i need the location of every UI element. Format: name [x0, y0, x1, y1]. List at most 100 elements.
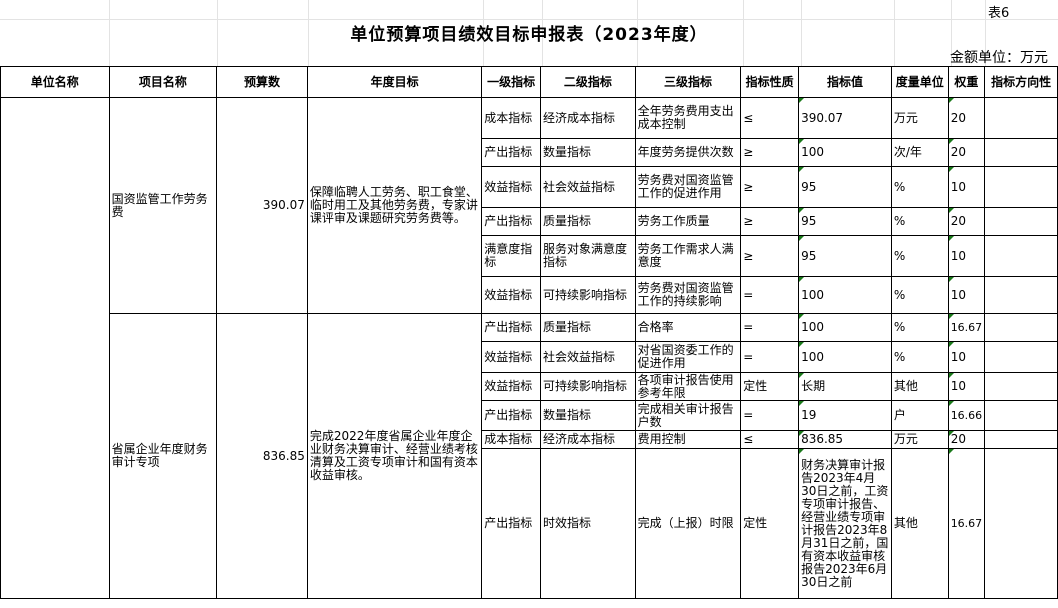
- level1-cell[interactable]: 产出指标: [481, 400, 542, 431]
- measure-unit-cell[interactable]: 其他: [890, 448, 949, 599]
- level2-cell[interactable]: 数量指标: [540, 400, 636, 431]
- value-cell[interactable]: 100: [798, 313, 892, 342]
- level1-cell[interactable]: 成本指标: [481, 430, 542, 449]
- weight-cell[interactable]: 20: [947, 207, 986, 236]
- header-cell[interactable]: 度量单位: [890, 66, 949, 98]
- level1-cell[interactable]: 产出指标: [481, 448, 542, 599]
- header-cell[interactable]: 年度目标: [306, 66, 483, 98]
- level1-cell[interactable]: 产出指标: [481, 138, 542, 167]
- level3-cell[interactable]: 对省国资委工作的促进作用: [634, 341, 742, 373]
- nature-cell[interactable]: =: [740, 276, 800, 314]
- header-cell[interactable]: 指标方向性: [984, 66, 1058, 98]
- level3-cell[interactable]: 劳务费对国资监管工作的持续影响: [634, 276, 742, 314]
- measure-unit-cell[interactable]: 万元: [890, 430, 949, 449]
- level3-cell[interactable]: 各项审计报告使用参考年限: [634, 372, 742, 401]
- measure-unit-cell[interactable]: %: [890, 235, 949, 277]
- direction-cell[interactable]: [984, 400, 1058, 431]
- direction-cell[interactable]: [984, 97, 1058, 139]
- level2-cell[interactable]: 服务对象满意度指标: [540, 235, 636, 277]
- level3-cell[interactable]: 全年劳务费用支出成本控制: [634, 97, 742, 139]
- level2-cell[interactable]: 质量指标: [540, 207, 636, 236]
- header-cell[interactable]: 单位名称: [0, 66, 110, 98]
- value-cell[interactable]: 财务决算审计报告2023年4月30日之前，工资专项审计报告、经营业绩专项审计报告…: [798, 448, 892, 599]
- budget-cell[interactable]: 836.85: [216, 313, 308, 599]
- level2-cell[interactable]: 经济成本指标: [540, 430, 636, 449]
- direction-cell[interactable]: [984, 166, 1058, 208]
- level2-cell[interactable]: 可持续影响指标: [540, 276, 636, 314]
- measure-unit-cell[interactable]: %: [890, 341, 949, 373]
- header-cell[interactable]: 预算数: [216, 66, 308, 98]
- value-cell[interactable]: 100: [798, 341, 892, 373]
- nature-cell[interactable]: =: [740, 341, 800, 373]
- weight-cell[interactable]: 16.67: [947, 313, 986, 342]
- header-cell[interactable]: 指标性质: [740, 66, 800, 98]
- value-cell[interactable]: 100: [798, 276, 892, 314]
- direction-cell[interactable]: [984, 430, 1058, 449]
- measure-unit-cell[interactable]: 其他: [890, 372, 949, 401]
- nature-cell[interactable]: =: [740, 313, 800, 342]
- measure-unit-cell[interactable]: 万元: [890, 97, 949, 139]
- weight-cell[interactable]: 10: [947, 276, 986, 314]
- level2-cell[interactable]: 可持续影响指标: [540, 372, 636, 401]
- header-cell[interactable]: 三级指标: [634, 66, 742, 98]
- level3-cell[interactable]: 完成（上报）时限: [634, 448, 742, 599]
- annual-goal-cell[interactable]: 完成2022年度省属企业年度企业财务决算审计、经营业绩考核清算及工资专项审计和国…: [306, 313, 483, 599]
- level1-cell[interactable]: 成本指标: [481, 97, 542, 139]
- project-name-cell[interactable]: 国资监管工作劳务费: [108, 97, 218, 314]
- direction-cell[interactable]: [984, 372, 1058, 401]
- level1-cell[interactable]: 效益指标: [481, 276, 542, 314]
- level1-cell[interactable]: 产出指标: [481, 207, 542, 236]
- budget-cell[interactable]: 390.07: [216, 97, 308, 314]
- weight-cell[interactable]: 10: [947, 166, 986, 208]
- direction-cell[interactable]: [984, 341, 1058, 373]
- level1-cell[interactable]: 产出指标: [481, 313, 542, 342]
- level2-cell[interactable]: 经济成本指标: [540, 97, 636, 139]
- nature-cell[interactable]: 定性: [740, 448, 800, 599]
- level3-cell[interactable]: 费用控制: [634, 430, 742, 449]
- level3-cell[interactable]: 年度劳务提供次数: [634, 138, 742, 167]
- header-cell[interactable]: 二级指标: [540, 66, 636, 98]
- value-cell[interactable]: 长期: [798, 372, 892, 401]
- value-cell[interactable]: 100: [798, 138, 892, 167]
- nature-cell[interactable]: 定性: [740, 372, 800, 401]
- value-cell[interactable]: 836.85: [798, 430, 892, 449]
- direction-cell[interactable]: [984, 276, 1058, 314]
- measure-unit-cell[interactable]: %: [890, 207, 949, 236]
- level2-cell[interactable]: 数量指标: [540, 138, 636, 167]
- direction-cell[interactable]: [984, 448, 1058, 599]
- unit-name-cell[interactable]: [0, 97, 110, 599]
- level3-cell[interactable]: 劳务工作质量: [634, 207, 742, 236]
- header-cell[interactable]: 项目名称: [108, 66, 218, 98]
- level1-cell[interactable]: 满意度指标: [481, 235, 542, 277]
- measure-unit-cell[interactable]: %: [890, 313, 949, 342]
- nature-cell[interactable]: ≥: [740, 166, 800, 208]
- header-cell[interactable]: 权重: [947, 66, 986, 98]
- level3-cell[interactable]: 劳务费对国资监管工作的促进作用: [634, 166, 742, 208]
- annual-goal-cell[interactable]: 保障临聘人工劳务、职工食堂、临时用工及其他劳务费，专家讲课评审及课题研究劳务费等…: [306, 97, 483, 314]
- value-cell[interactable]: 19: [798, 400, 892, 431]
- level3-cell[interactable]: 合格率: [634, 313, 742, 342]
- nature-cell[interactable]: ≥: [740, 235, 800, 277]
- weight-cell[interactable]: 10: [947, 235, 986, 277]
- nature-cell[interactable]: ≥: [740, 138, 800, 167]
- value-cell[interactable]: 95: [798, 207, 892, 236]
- level3-cell[interactable]: 劳务工作需求人满意度: [634, 235, 742, 277]
- nature-cell[interactable]: ≤: [740, 430, 800, 449]
- level1-cell[interactable]: 效益指标: [481, 341, 542, 373]
- weight-cell[interactable]: 10: [947, 341, 986, 373]
- level2-cell[interactable]: 时效指标: [540, 448, 636, 599]
- value-cell[interactable]: 95: [798, 235, 892, 277]
- measure-unit-cell[interactable]: %: [890, 276, 949, 314]
- weight-cell[interactable]: 20: [947, 430, 986, 449]
- weight-cell[interactable]: 16.66: [947, 400, 986, 431]
- weight-cell[interactable]: 16.67: [947, 448, 986, 599]
- measure-unit-cell[interactable]: %: [890, 166, 949, 208]
- weight-cell[interactable]: 20: [947, 138, 986, 167]
- level2-cell[interactable]: 社会效益指标: [540, 341, 636, 373]
- project-name-cell[interactable]: 省属企业年度财务审计专项: [108, 313, 218, 599]
- measure-unit-cell[interactable]: 户: [890, 400, 949, 431]
- direction-cell[interactable]: [984, 138, 1058, 167]
- direction-cell[interactable]: [984, 207, 1058, 236]
- nature-cell[interactable]: ≤: [740, 97, 800, 139]
- nature-cell[interactable]: =: [740, 400, 800, 431]
